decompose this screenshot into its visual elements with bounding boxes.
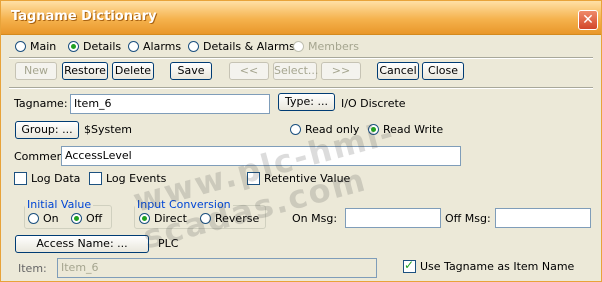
radio-main-label: Main (30, 40, 57, 53)
use-tagname-checkbox[interactable]: Use Tagname as Item Name (403, 258, 575, 273)
close-window-button[interactable]: ✕ (578, 10, 598, 30)
checkbox-box (89, 172, 102, 185)
radio-indicator (368, 124, 379, 135)
retentive-value-checkbox[interactable]: Retentive Value (247, 172, 350, 185)
on-msg-input[interactable] (345, 208, 441, 228)
title-bar[interactable]: Tagname Dictionary ✕ (1, 1, 601, 35)
log-data-label: Log Data (31, 172, 81, 185)
radio-indicator (139, 213, 150, 224)
radio-indicator (293, 41, 304, 52)
radio-details[interactable]: Details (68, 40, 121, 53)
log-events-label: Log Events (106, 172, 167, 185)
comment-input[interactable]: AccessLevel (61, 146, 461, 166)
radio-indicator (28, 213, 39, 224)
radio-details-label: Details (83, 40, 122, 53)
radio-indicator (71, 213, 82, 224)
item-input[interactable]: Item_6 (57, 258, 377, 278)
initial-value-legend: Initial Value (25, 198, 94, 211)
radio-main[interactable]: Main (15, 40, 56, 53)
separator (9, 87, 593, 89)
radio-alarms[interactable]: Alarms (128, 40, 181, 53)
tagname-dictionary-window: Tagname Dictionary ✕ Main Details Alarms… (0, 0, 602, 282)
radio-members[interactable]: Members (293, 40, 359, 53)
close-button[interactable]: Close (422, 62, 464, 80)
radio-indicator (128, 41, 139, 52)
retentive-value-label: Retentive Value (264, 172, 351, 185)
item-label: Item: (18, 262, 47, 275)
details-panel: Initial Value On Off Input Conversion Di… (1, 197, 601, 281)
read-only-label: Read only (305, 123, 360, 136)
radio-reverse[interactable]: Reverse (200, 212, 259, 225)
type-value: I/O Discrete (341, 97, 406, 110)
close-icon: ✕ (582, 12, 594, 28)
group-button[interactable]: Group: ... (15, 121, 79, 139)
radio-initial-on[interactable]: On (28, 212, 59, 225)
checkbox-box (403, 258, 416, 273)
radio-alarms-label: Alarms (143, 40, 182, 53)
restore-button[interactable]: Restore (62, 62, 108, 80)
last-record-button[interactable]: >> (321, 62, 361, 80)
checkbox-box (14, 172, 27, 185)
cancel-button[interactable]: Cancel (377, 62, 419, 80)
radio-indicator (200, 213, 211, 224)
radio-indicator (290, 124, 301, 135)
radio-details-alarms-label: Details & Alarms (203, 40, 295, 53)
direct-label: Direct (154, 212, 187, 225)
initial-on-label: On (43, 212, 59, 225)
reverse-label: Reverse (215, 212, 260, 225)
tagname-input[interactable]: Item_6 (70, 94, 270, 114)
off-msg-label: Off Msg: (445, 212, 491, 225)
radio-details-alarms[interactable]: Details & Alarms (188, 40, 295, 53)
use-tagname-label: Use Tagname as Item Name (420, 260, 575, 273)
new-button[interactable]: New (15, 62, 57, 80)
access-name-value: PLC (158, 237, 179, 250)
delete-button[interactable]: Delete (112, 62, 154, 80)
access-name-button[interactable]: Access Name: ... (15, 235, 149, 253)
input-conversion-legend: Input Conversion (135, 198, 233, 211)
select-button[interactable]: Select... (273, 62, 318, 80)
log-events-checkbox[interactable]: Log Events (89, 172, 166, 185)
window-title: Tagname Dictionary (11, 9, 157, 24)
radio-indicator (188, 41, 199, 52)
separator (9, 57, 593, 59)
radio-indicator (15, 41, 26, 52)
first-record-button[interactable]: << (229, 62, 269, 80)
radio-initial-off[interactable]: Off (71, 212, 102, 225)
radio-read-only[interactable]: Read only (290, 123, 359, 136)
radio-members-label: Members (308, 40, 359, 53)
off-msg-input[interactable] (495, 208, 591, 228)
read-write-label: Read Write (383, 123, 444, 136)
initial-off-label: Off (86, 212, 103, 225)
log-data-checkbox[interactable]: Log Data (14, 172, 80, 185)
save-button[interactable]: Save (170, 62, 212, 80)
checkbox-box (247, 172, 260, 185)
on-msg-label: On Msg: (292, 212, 338, 225)
tagname-label: Tagname: (14, 97, 68, 110)
radio-read-write[interactable]: Read Write (368, 123, 443, 136)
type-button[interactable]: Type: ... (278, 93, 335, 111)
radio-indicator (68, 41, 79, 52)
group-value: $System (84, 123, 133, 136)
radio-direct[interactable]: Direct (139, 212, 187, 225)
